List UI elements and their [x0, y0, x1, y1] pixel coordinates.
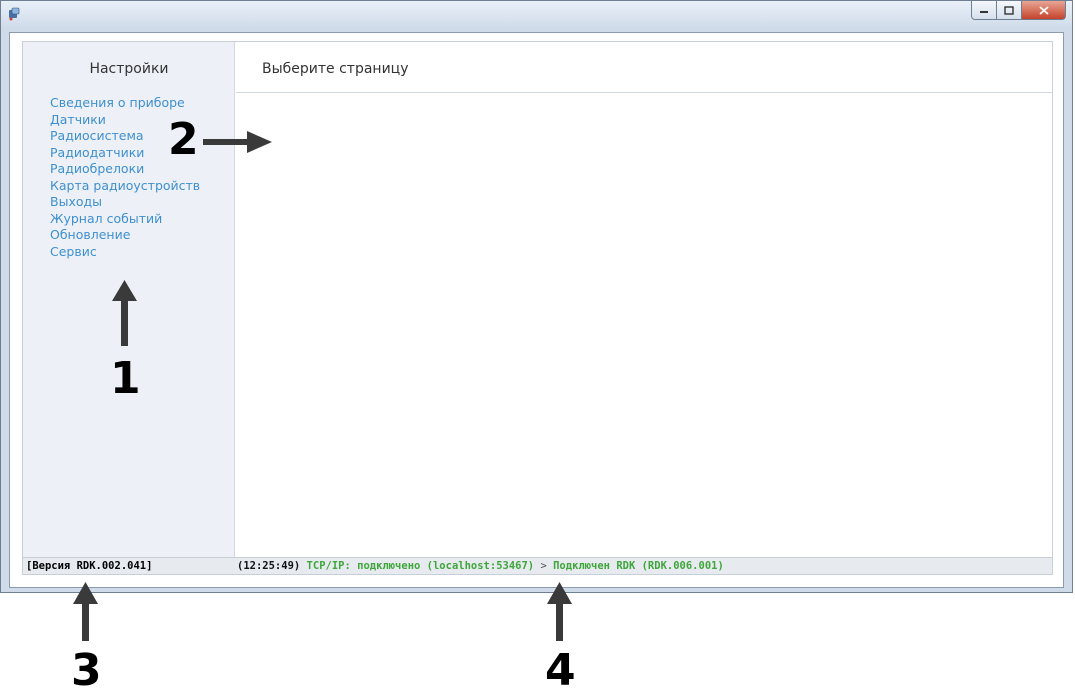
arrow-up-icon [112, 280, 137, 346]
arrow-up-icon [73, 582, 98, 641]
arrow-up-icon [547, 582, 572, 641]
arrow-right-icon [203, 131, 272, 153]
annotation-arrows [73, 131, 572, 641]
annotation-4: 4 [545, 645, 576, 696]
annotation-3: 3 [71, 645, 102, 696]
annotation-2: 2 [168, 114, 199, 165]
annotation-1: 1 [110, 353, 141, 404]
